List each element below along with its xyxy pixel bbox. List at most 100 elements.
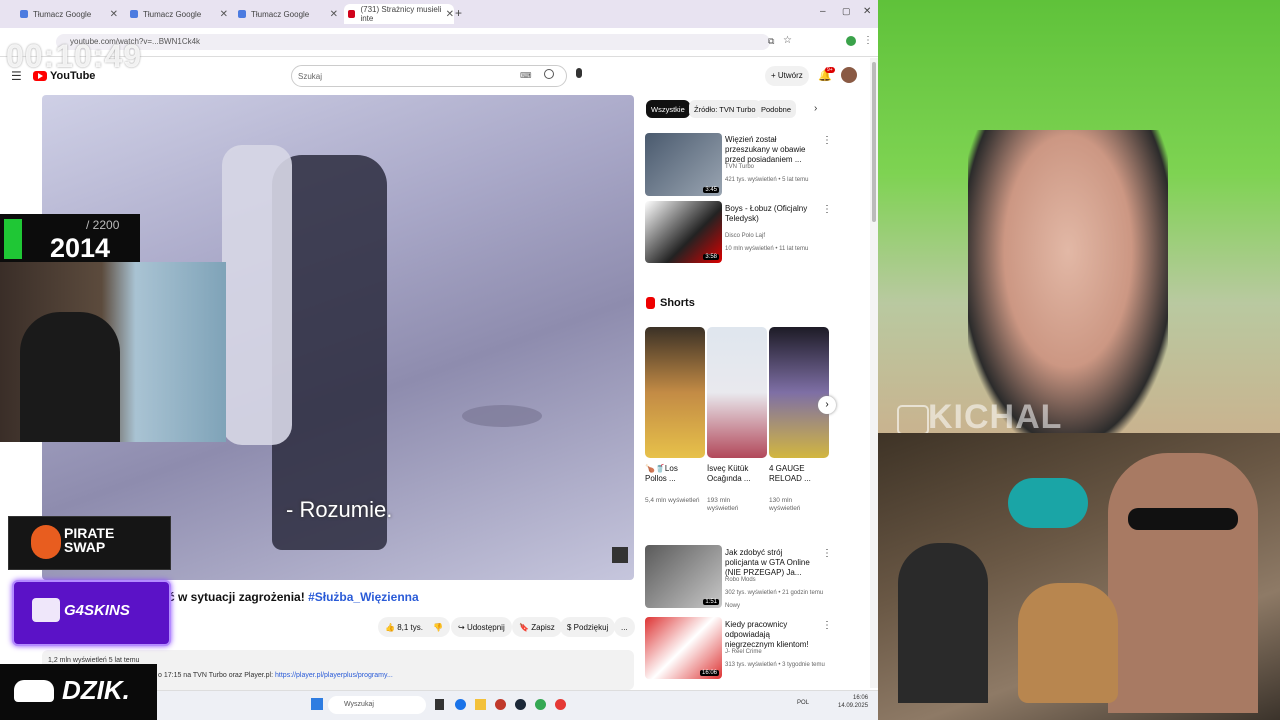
maximize-icon[interactable]: ▢ [842,6,851,17]
more-icon[interactable]: ⋮ [822,204,832,215]
more-actions-button[interactable]: ... [614,617,635,637]
tab-youtube[interactable]: (731) Strażnicy musieli inte ✕ [344,4,454,24]
guest-figure [968,130,1168,433]
avatar[interactable] [841,67,857,83]
language-indicator[interactable]: POL [797,700,809,706]
video-title: ć w sytuacji zagrożenia! #Służba_Więzien… [168,590,419,604]
recommended-channel[interactable]: J- Reel Crime [725,648,762,656]
short-title[interactable]: İsveç Kütük Ocağında ... [707,464,762,484]
window-close-icon[interactable]: ✕ [863,6,871,17]
chrome-icon[interactable] [535,699,546,710]
close-icon[interactable]: ✕ [446,9,454,20]
recommended-channel[interactable]: Robo Mods [725,576,756,584]
youtube-favicon-icon [348,10,356,18]
create-button[interactable]: + Utwórz [765,66,809,86]
search-icon[interactable] [544,69,554,79]
translate-icon [130,10,138,18]
edge-icon[interactable] [455,699,466,710]
menu-icon[interactable]: ⋮ [863,35,873,46]
taskbar-clock[interactable]: 16:06 14.09.2025 [838,694,868,710]
recommended-title[interactable]: Więzień został przeszukany w obawie prze… [725,135,815,165]
tab-3[interactable]: Tłumacz Google ✕ [238,4,338,24]
duration-badge: 1:51 [703,599,719,605]
short-thumbnail[interactable] [769,327,829,458]
elo-value: 2014 [50,233,111,263]
recommended-thumbnail[interactable]: 3:45 [645,133,722,196]
streamer-figure [20,312,120,442]
recommended-thumbnail[interactable]: 16:06 [645,617,722,679]
recommended-thumbnail[interactable]: 1:51 [645,545,722,608]
bookmark-icon: 🔖 [519,622,532,632]
dzik-text: DZIK. [62,675,130,705]
short-views: 130 mln wyświetleń [769,497,801,512]
microphone-icon[interactable] [576,68,582,78]
keyboard-icon[interactable]: ⌨ [520,71,532,80]
taskbar-search[interactable]: Wyszukaj [328,696,426,714]
translate-icon [20,10,28,18]
recommended-title[interactable]: Kiedy pracownicy odpowiadają niegrzeczny… [725,620,815,650]
share-button[interactable]: ↪ Udostępnij [451,617,512,637]
translate-icon [238,10,246,18]
minimize-icon[interactable]: – [820,6,826,17]
recommended-meta: 10 mln wyświetleń • 11 lat temu [725,246,809,252]
task-view-icon[interactable] [435,699,444,710]
star-icon[interactable]: ☆ [783,35,792,46]
app-icon[interactable] [555,699,566,710]
recommended-meta: 302 tys. wyświetleń • 21 godzin temu [725,590,824,596]
cast-icon[interactable]: ⧉ [768,36,774,47]
shorts-next-button[interactable]: › [818,396,836,414]
cartoon-figure [1008,478,1088,528]
recommended-title[interactable]: Boys - Łobuz (Oficjalny Teledysk) [725,204,815,224]
like-button[interactable]: 👍 8,1 tys. 👎 [378,617,450,637]
save-button[interactable]: 🔖 Zapisz [512,617,562,637]
chip-all[interactable]: Wszystkie [646,100,690,118]
shorts-icon [646,297,655,309]
g4skins-logo-icon [32,598,60,622]
like-count: 8,1 tys. [397,622,423,632]
manhole [462,405,542,427]
streamer-webcam [0,262,226,442]
clock-time: 16:06 [853,695,869,701]
description-line: o 17:15 na TVN Turbo oraz Player.pl: [158,672,274,679]
tab-1[interactable]: Tłumacz Google ✕ [20,4,118,24]
hashtag-link[interactable]: #Służba_Więzienna [308,590,419,604]
more-icon[interactable]: ⋮ [822,135,832,146]
short-title[interactable]: 🍗🥤Los Pollos ... [645,464,700,484]
short-thumbnail[interactable] [645,327,705,458]
windows-start-icon[interactable] [311,698,323,710]
chip-source[interactable]: Źródło: TVN Turbo [689,100,761,118]
duration-badge: 16:06 [699,670,719,676]
close-icon[interactable]: ✕ [330,9,338,20]
save-label: Zapisz [531,622,555,632]
new-tab-icon[interactable]: + [455,6,462,20]
steam-icon[interactable] [515,699,526,710]
chevron-right-icon[interactable]: › [814,103,817,114]
thumbs-down-icon[interactable]: 👎 [433,623,443,632]
recommended-title[interactable]: Jak zdobyć strój policjanta w GTA Online… [725,548,815,578]
stream-timer: 00:10:49 [6,38,143,74]
app-icon[interactable] [495,699,506,710]
close-icon[interactable]: ✕ [110,9,118,20]
scrollbar-thumb[interactable] [872,62,876,222]
chip-similar[interactable]: Podobne [756,100,797,118]
url-field[interactable]: youtube.com/watch?v=...BWN1Ck4k [56,34,770,50]
more-icon[interactable]: ⋮ [822,548,832,559]
recommended-channel[interactable]: Disco Polo Lajf [725,232,765,240]
pirateswap-text: PIRATE SWAP [64,525,115,555]
recommended-thumbnail[interactable]: 3:58 [645,201,722,263]
more-icon[interactable]: ⋮ [822,620,832,631]
close-icon[interactable]: ✕ [220,9,228,20]
short-title[interactable]: 4 GAUGE RELOAD ... [769,464,824,484]
description-link[interactable]: https://player.pl/playerplus/programy... [275,672,393,679]
folder-icon[interactable] [475,699,486,710]
elo-max: / 2200 [86,218,120,232]
recommended-channel[interactable]: TVN Turbo [725,163,754,171]
notification-badge: 9+ [825,67,835,73]
profile-icon[interactable] [846,36,856,46]
elo-level-bar [4,219,22,259]
create-label: Utwórz [777,71,803,80]
tab-2[interactable]: Tłumacz Google ✕ [130,4,228,24]
short-thumbnail[interactable] [707,327,767,458]
tab-label: Tłumacz Google [33,9,92,19]
thanks-button[interactable]: $ Podziękuj [560,617,616,637]
